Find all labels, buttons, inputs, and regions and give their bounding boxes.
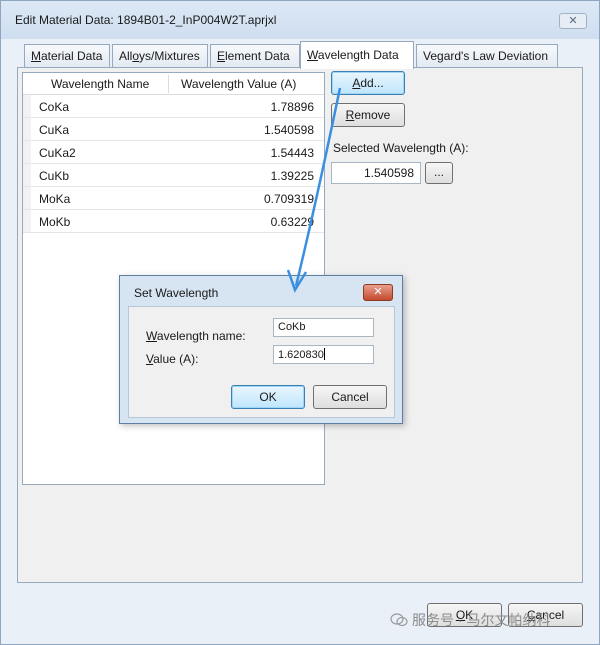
table-header: Wavelength Name Wavelength Value (A): [23, 73, 324, 95]
table-row[interactable]: CuKa 1.540598: [23, 118, 324, 141]
tab-alloys-mixtures[interactable]: Alloys/Mixtures: [112, 44, 208, 68]
browse-button[interactable]: ...: [425, 162, 453, 184]
selected-wavelength-field[interactable]: 1.540598: [331, 162, 421, 184]
row-gutter: [23, 141, 31, 163]
window-title: Edit Material Data: 1894B01-2_InP004W2T.…: [15, 13, 277, 27]
tab-element-data[interactable]: Element Data: [210, 44, 300, 68]
row-gutter: [23, 95, 31, 117]
title-bar: Edit Material Data: 1894B01-2_InP004W2T.…: [1, 1, 599, 39]
row-gutter: [23, 164, 31, 186]
wavelength-name-label: Wavelength name:: [146, 329, 246, 343]
tab-material-data[interactable]: Material Data: [24, 44, 110, 68]
row-value: 1.54443: [270, 146, 314, 160]
wechat-icon: [390, 613, 408, 627]
row-gutter: [23, 118, 31, 140]
set-wavelength-dialog: Set Wavelength ✕ Wavelength name: CoKb V…: [119, 275, 403, 424]
column-divider[interactable]: [168, 75, 169, 93]
column-header-name[interactable]: Wavelength Name: [51, 77, 149, 91]
table-row[interactable]: CuKb 1.39225: [23, 164, 324, 187]
table-row[interactable]: MoKb 0.63229: [23, 210, 324, 233]
column-header-value[interactable]: Wavelength Value (A): [181, 77, 296, 91]
row-value: 1.39225: [270, 169, 314, 183]
text-caret: [323, 348, 325, 360]
window-close-button[interactable]: ✕: [559, 13, 587, 29]
row-name: CuKa2: [39, 146, 76, 160]
dialog-title: Set Wavelength: [134, 286, 219, 300]
row-value: 1.540598: [263, 123, 314, 137]
watermark-text: 服务号 · 马尔文帕纳科: [412, 612, 551, 628]
row-value: 0.709319: [263, 192, 314, 206]
dialog-ok-button[interactable]: OK: [231, 385, 305, 409]
row-name: CoKa: [39, 100, 70, 114]
value-label: Value (A):: [146, 352, 199, 366]
dialog-cancel-button[interactable]: Cancel: [313, 385, 387, 409]
row-name: CuKa: [39, 123, 70, 137]
row-value: 0.63229: [270, 215, 314, 229]
tab-wavelength-data[interactable]: Wavelength Data: [300, 41, 414, 69]
row-gutter: [23, 187, 31, 209]
row-name: MoKa: [39, 192, 71, 206]
table-row[interactable]: CuKa2 1.54443: [23, 141, 324, 164]
remove-button[interactable]: Remove: [331, 103, 405, 127]
dialog-close-button[interactable]: ✕: [363, 284, 393, 301]
add-button[interactable]: Add...: [331, 71, 405, 95]
row-gutter: [23, 210, 31, 232]
table-row[interactable]: MoKa 0.709319: [23, 187, 324, 210]
wavelength-name-input[interactable]: CoKb: [273, 318, 374, 337]
row-name: MoKb: [39, 215, 71, 229]
value-input[interactable]: 1.620830: [273, 345, 374, 364]
row-name: CuKb: [39, 169, 70, 183]
row-value: 1.78896: [270, 100, 314, 114]
tab-vegards-law-deviation[interactable]: Vegard's Law Deviation: [416, 44, 558, 68]
table-row[interactable]: CoKa 1.78896: [23, 95, 324, 118]
selected-wavelength-label: Selected Wavelength (A):: [333, 141, 469, 155]
